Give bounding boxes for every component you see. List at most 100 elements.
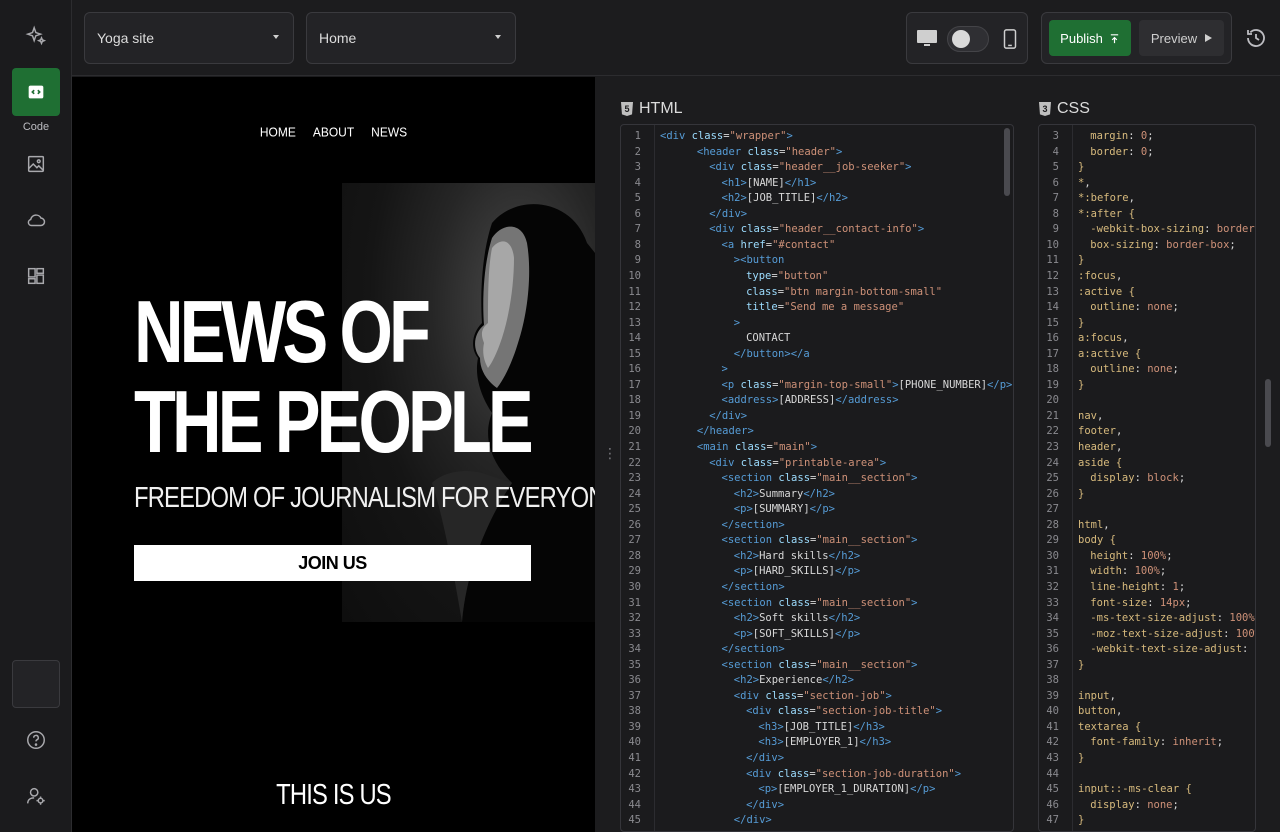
- code-line[interactable]: 40 <h3>[EMPLOYER_1]</h3>: [621, 735, 1013, 751]
- code-line[interactable]: 35 <section class="main__section">: [621, 658, 1013, 674]
- device-toggle[interactable]: [947, 26, 989, 52]
- code-line[interactable]: 36 <h2>Experience</h2>: [621, 673, 1013, 689]
- cloud-button[interactable]: [12, 196, 60, 244]
- code-line[interactable]: 23 <section class="main__section">: [621, 471, 1013, 487]
- code-line[interactable]: 42 <div class="section-job-duration">: [621, 767, 1013, 783]
- code-line[interactable]: 6 </div>: [621, 207, 1013, 223]
- code-line[interactable]: 13:active {: [1039, 285, 1255, 301]
- code-line[interactable]: 39 input,: [1039, 689, 1255, 705]
- code-line[interactable]: 33 font-size: 14px;: [1039, 596, 1255, 612]
- code-line[interactable]: 24 <h2>Summary</h2>: [621, 487, 1013, 503]
- code-line[interactable]: 14 CONTACT: [621, 331, 1013, 347]
- code-line[interactable]: 14 outline: none;: [1039, 300, 1255, 316]
- code-line[interactable]: 43 <p>[EMPLOYER_1_DURATION]</p>: [621, 782, 1013, 798]
- code-line[interactable]: 2 <header class="header">: [621, 145, 1013, 161]
- code-line[interactable]: 35 -moz-text-size-adjust: 100%;: [1039, 627, 1255, 643]
- code-line[interactable]: 13 >: [621, 316, 1013, 332]
- code-line[interactable]: 12:focus,: [1039, 269, 1255, 285]
- code-line[interactable]: 30 </section>: [621, 580, 1013, 596]
- code-line[interactable]: 5}: [1039, 160, 1255, 176]
- code-line[interactable]: 18 outline: none;: [1039, 362, 1255, 378]
- code-line[interactable]: 9 -webkit-box-sizing: border-box;: [1039, 222, 1255, 238]
- code-button[interactable]: [12, 68, 60, 116]
- code-line[interactable]: 8 *:after {: [1039, 207, 1255, 223]
- media-button[interactable]: [12, 140, 60, 188]
- history-icon[interactable]: [1244, 26, 1268, 50]
- code-line[interactable]: 30 height: 100%;: [1039, 549, 1255, 565]
- code-line[interactable]: 45 input::-ms-clear {: [1039, 782, 1255, 798]
- code-line[interactable]: 42 font-family: inherit;: [1039, 735, 1255, 751]
- code-line[interactable]: 11}: [1039, 253, 1255, 269]
- code-line[interactable]: 23 header,: [1039, 440, 1255, 456]
- code-line[interactable]: 16 a:focus,: [1039, 331, 1255, 347]
- code-line[interactable]: 27: [1039, 502, 1255, 518]
- code-line[interactable]: 17 <p class="margin-top-small">[PHONE_NUM…: [621, 378, 1013, 394]
- code-line[interactable]: 45 </div>: [621, 813, 1013, 829]
- code-line[interactable]: 19 </div>: [621, 409, 1013, 425]
- code-line[interactable]: 20 </header>: [621, 424, 1013, 440]
- code-line[interactable]: 4 border: 0;: [1039, 145, 1255, 161]
- code-line[interactable]: 3 margin: 0;: [1039, 129, 1255, 145]
- code-line[interactable]: 43}: [1039, 751, 1255, 767]
- code-line[interactable]: 44: [1039, 767, 1255, 783]
- code-line[interactable]: 46 display: none;: [1039, 798, 1255, 814]
- code-line[interactable]: 31 <section class="main__section">: [621, 596, 1013, 612]
- code-line[interactable]: 36 -webkit-text-size-adjust: 100%;: [1039, 642, 1255, 658]
- code-line[interactable]: 33 <p>[SOFT_SKILLS]</p>: [621, 627, 1013, 643]
- site-select[interactable]: Yoga site: [84, 12, 294, 64]
- code-line[interactable]: 26 </section>: [621, 518, 1013, 534]
- code-line[interactable]: 7 *:before,: [1039, 191, 1255, 207]
- mobile-icon[interactable]: [999, 26, 1021, 52]
- code-line[interactable]: 34 </section>: [621, 642, 1013, 658]
- page-select[interactable]: Home: [306, 12, 516, 64]
- code-line[interactable]: 26}: [1039, 487, 1255, 503]
- code-line[interactable]: 7 <div class="header__contact-info">: [621, 222, 1013, 238]
- code-line[interactable]: 6 *,: [1039, 176, 1255, 192]
- code-line[interactable]: 37}: [1039, 658, 1255, 674]
- dashboard-button[interactable]: [12, 252, 60, 300]
- code-line[interactable]: 34 -ms-text-size-adjust: 100%;: [1039, 611, 1255, 627]
- nav-home[interactable]: HOME: [260, 124, 296, 139]
- code-line[interactable]: 1 <div class="wrapper">: [621, 129, 1013, 145]
- code-line[interactable]: 11 class="btn margin-bottom-small": [621, 285, 1013, 301]
- code-line[interactable]: 5 <h2>[JOB_TITLE]</h2>: [621, 191, 1013, 207]
- publish-button[interactable]: Publish: [1049, 20, 1131, 56]
- code-line[interactable]: 12 title="Send me a message": [621, 300, 1013, 316]
- user-settings-button[interactable]: [12, 772, 60, 820]
- css-scrollbar[interactable]: [1265, 379, 1271, 447]
- code-line[interactable]: 19}: [1039, 378, 1255, 394]
- code-line[interactable]: 25 display: block;: [1039, 471, 1255, 487]
- code-line[interactable]: 27 <section class="main__section">: [621, 533, 1013, 549]
- css-editor[interactable]: 3 margin: 0; 4 border: 0; 5} 6 *, 7 *:before, 8 *:…: [1038, 124, 1256, 832]
- code-line[interactable]: 10 box-sizing: border-box;: [1039, 238, 1255, 254]
- code-line[interactable]: 44 </div>: [621, 798, 1013, 814]
- code-line[interactable]: 25 <p>[SUMMARY]</p>: [621, 502, 1013, 518]
- code-line[interactable]: 38 <div class="section-job-title">: [621, 704, 1013, 720]
- code-line[interactable]: 29 body {: [1039, 533, 1255, 549]
- desktop-icon[interactable]: [915, 26, 939, 50]
- code-line[interactable]: 8 <a href="#contact": [621, 238, 1013, 254]
- ai-sparkle-button[interactable]: [12, 12, 60, 60]
- code-line[interactable]: 32 <h2>Soft skills</h2>: [621, 611, 1013, 627]
- code-line[interactable]: 38: [1039, 673, 1255, 689]
- code-line[interactable]: 28 <h2>Hard skills</h2>: [621, 549, 1013, 565]
- nav-news[interactable]: NEWS: [371, 124, 407, 139]
- code-line[interactable]: 28 html,: [1039, 518, 1255, 534]
- code-line[interactable]: 31 width: 100%;: [1039, 564, 1255, 580]
- code-line[interactable]: 20: [1039, 393, 1255, 409]
- rail-empty-slot[interactable]: [12, 660, 60, 708]
- code-line[interactable]: 10 type="button": [621, 269, 1013, 285]
- join-us-button[interactable]: JOIN US: [134, 545, 531, 581]
- nav-about[interactable]: ABOUT: [313, 124, 354, 139]
- code-line[interactable]: 16 >: [621, 362, 1013, 378]
- code-line[interactable]: 22 footer,: [1039, 424, 1255, 440]
- code-line[interactable]: 32 line-height: 1;: [1039, 580, 1255, 596]
- code-line[interactable]: 9 ><button: [621, 253, 1013, 269]
- code-line[interactable]: 47}: [1039, 813, 1255, 829]
- code-line[interactable]: 18 <address>[ADDRESS]</address>: [621, 393, 1013, 409]
- code-line[interactable]: 17 a:active {: [1039, 347, 1255, 363]
- website-preview[interactable]: HOME ABOUT NEWS NEWS OF THE PEOPLE FREED…: [72, 77, 595, 832]
- code-line[interactable]: 39 <h3>[JOB_TITLE]</h3>: [621, 720, 1013, 736]
- html-editor[interactable]: 1 <div class="wrapper"> 2 <header class="he…: [620, 124, 1014, 832]
- code-line[interactable]: 24 aside {: [1039, 456, 1255, 472]
